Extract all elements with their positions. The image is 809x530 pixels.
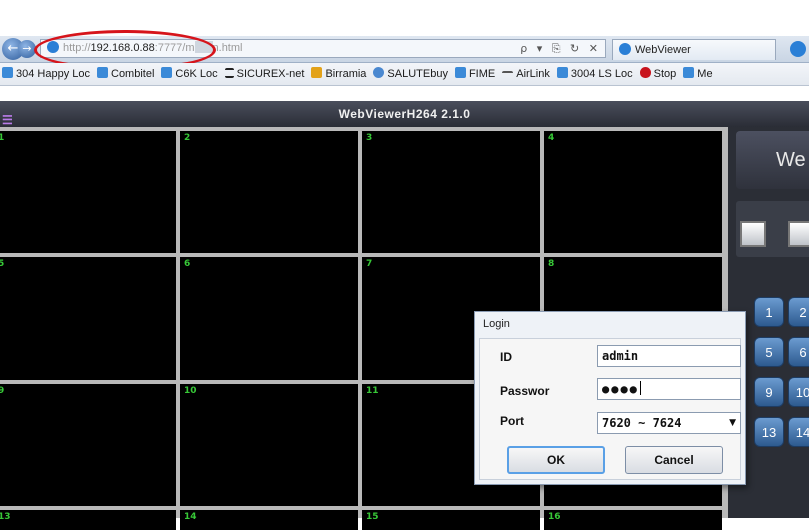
- camera-cell-number: 11: [366, 386, 379, 396]
- favorite-item[interactable]: Stop: [639, 63, 677, 85]
- favorite-item[interactable]: AirLink: [502, 63, 550, 85]
- wave-icon: [502, 71, 514, 78]
- favorite-label: SALUTEbuy: [387, 68, 448, 80]
- camera-cell-16[interactable]: 16: [544, 510, 722, 530]
- text-caret: [639, 381, 641, 395]
- ie-page-icon: [556, 67, 568, 78]
- ie-page-icon: [683, 67, 695, 78]
- camera-cell-number: 1: [0, 133, 5, 143]
- ie-page-icon: [161, 67, 173, 78]
- camera-cell-4[interactable]: 4: [544, 131, 722, 253]
- s-logo-icon: [224, 68, 234, 78]
- login-dialog: Login ID admin Passwor ●●●● Port 7620 ~ …: [474, 311, 746, 485]
- ok-button[interactable]: OK: [507, 446, 605, 474]
- camera-cell-number: 10: [184, 386, 197, 396]
- camera-cell-number: 14: [184, 512, 197, 522]
- camera-cell-number: 5: [0, 259, 5, 269]
- panel-brand: We: [736, 131, 809, 189]
- camera-cell-2[interactable]: 2: [180, 131, 358, 253]
- favorite-label: 304 Happy Loc: [16, 68, 90, 80]
- password-input[interactable]: ●●●●: [597, 378, 741, 400]
- favorite-label: SICUREX-net: [236, 68, 305, 80]
- favorite-item[interactable]: 304 Happy Loc: [2, 63, 90, 85]
- favorites-bar: 304 Happy Loc Combitel C6K Loc SICUREX-net B…: [0, 63, 809, 86]
- channel-button-5[interactable]: 5: [754, 337, 784, 367]
- favorite-item[interactable]: Birramia: [311, 63, 366, 85]
- camera-cell-number: 6: [184, 259, 191, 269]
- tab-title: WebViewer: [635, 44, 691, 56]
- single-view-layout-button[interactable]: [740, 221, 766, 247]
- favorite-item[interactable]: FIME: [454, 63, 496, 85]
- channel-button-9[interactable]: 9: [754, 377, 784, 407]
- camera-cell-number: 8: [548, 259, 555, 269]
- cube-icon: [311, 67, 323, 78]
- camera-cell-number: 15: [366, 512, 379, 522]
- ie-page-icon: [619, 43, 631, 55]
- app-title: WebViewerH264 2.1.0: [338, 107, 471, 121]
- favorite-item[interactable]: Combitel: [97, 63, 154, 85]
- camera-cell-9[interactable]: 9: [0, 384, 176, 506]
- password-label: Passwor: [500, 384, 550, 398]
- favorite-label: 3004 LS Loc: [570, 68, 633, 80]
- ie-page-icon: [454, 67, 466, 78]
- camera-cell-13[interactable]: 13: [0, 510, 176, 530]
- camera-cell-number: 7: [366, 259, 373, 269]
- camera-cell-10[interactable]: 10: [180, 384, 358, 506]
- camera-cell-6[interactable]: 6: [180, 257, 358, 380]
- id-input[interactable]: admin: [597, 345, 741, 367]
- password-mask: ●●●●: [602, 382, 639, 396]
- favorite-item[interactable]: SALUTEbuy: [373, 63, 448, 85]
- address-tail: n.html: [212, 42, 243, 54]
- favorite-label: Me: [697, 68, 713, 80]
- favorite-item[interactable]: 3004 LS Loc: [556, 63, 633, 85]
- id-label: ID: [500, 350, 512, 364]
- berry-icon: [639, 67, 651, 78]
- camera-cell-5[interactable]: 5: [0, 257, 176, 380]
- favorite-label: C6K Loc: [175, 68, 218, 80]
- camera-cell-number: 4: [548, 133, 555, 143]
- channel-button-10[interactable]: 10: [788, 377, 809, 407]
- channel-button-1[interactable]: 1: [754, 297, 784, 327]
- camera-cell-14[interactable]: 14: [180, 510, 358, 530]
- new-tab-icon[interactable]: [790, 41, 806, 57]
- port-label: Port: [500, 414, 524, 428]
- channel-button-6[interactable]: 6: [788, 337, 809, 367]
- channel-button-13[interactable]: 13: [754, 417, 784, 447]
- port-value: 7620 ~ 7624: [602, 416, 682, 430]
- globe-icon: [373, 67, 385, 78]
- camera-cell-number: 2: [184, 133, 191, 143]
- app-title-bar: ☰ WebViewerH264 2.1.0: [0, 101, 809, 127]
- camera-cell-number: 13: [0, 512, 11, 522]
- favorite-label: Stop: [653, 68, 677, 80]
- favorite-item[interactable]: Me: [683, 63, 713, 85]
- login-dialog-title: Login: [483, 318, 510, 330]
- camera-cell-15[interactable]: 15: [362, 510, 540, 530]
- channel-button-14[interactable]: 14: [788, 417, 809, 447]
- camera-cell-3[interactable]: 3: [362, 131, 540, 253]
- favorite-label: Birramia: [325, 68, 367, 80]
- dropdown-arrow-icon: ▼: [729, 418, 736, 428]
- cancel-button[interactable]: Cancel: [625, 446, 723, 474]
- favorite-item[interactable]: C6K Loc: [161, 63, 218, 85]
- favorite-label: AirLink: [516, 68, 550, 80]
- camera-cell-1[interactable]: 1: [0, 131, 176, 253]
- tab-webviewer[interactable]: WebViewer: [612, 39, 776, 60]
- ie-page-icon: [97, 67, 108, 78]
- split-view-layout-button[interactable]: [788, 221, 809, 247]
- port-select[interactable]: 7620 ~ 7624 ▼: [597, 412, 741, 434]
- favorite-label: Combitel: [111, 68, 155, 80]
- channel-button-2[interactable]: 2: [788, 297, 809, 327]
- favorite-label: FIME: [468, 68, 496, 80]
- camera-cell-number: 9: [0, 386, 5, 396]
- camera-cell-number: 16: [548, 512, 561, 522]
- favorite-item[interactable]: SICUREX-net: [224, 63, 305, 85]
- address-tools-icons[interactable]: ρ ▾ ⎘ ↻ ✕: [520, 40, 601, 57]
- ie-page-icon: [2, 67, 13, 78]
- camera-cell-number: 3: [366, 133, 373, 143]
